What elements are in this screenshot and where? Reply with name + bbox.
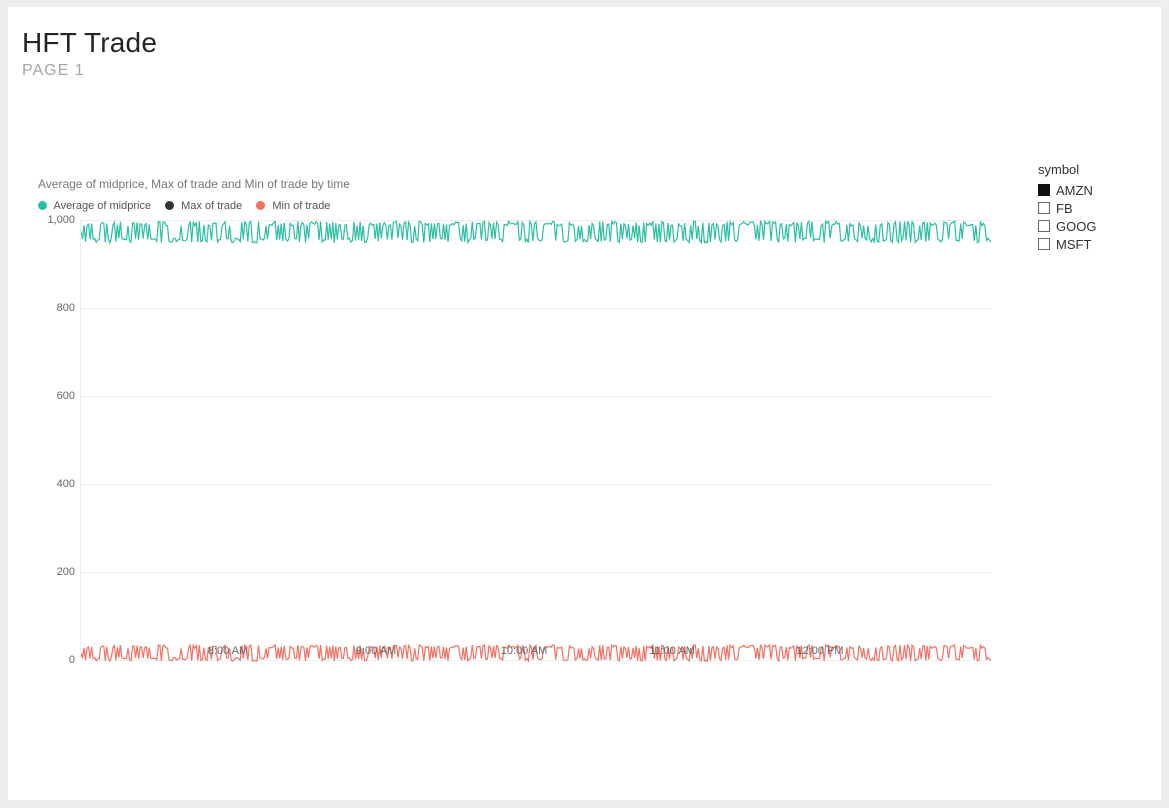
slicer-item-msft[interactable]: MSFT (1038, 235, 1148, 253)
legend-item[interactable]: Max of trade (165, 200, 242, 212)
legend-item[interactable]: Min of trade (256, 200, 330, 212)
report-title: HFT Trade (22, 27, 157, 59)
legend-label: Average of midprice (53, 200, 151, 212)
x-tick-label: 11:00 AM (649, 645, 695, 657)
slicer-item-goog[interactable]: GOOG (1038, 217, 1148, 235)
checkbox-icon[interactable] (1038, 184, 1050, 196)
chart-plot-area[interactable]: 1,000 800 600 400 200 0 (80, 220, 990, 660)
x-tick-label: 8:00 AM (208, 645, 248, 657)
legend-label: Max of trade (181, 200, 242, 212)
slicer-item-label: MSFT (1056, 237, 1091, 252)
symbol-slicer[interactable]: symbol AMZN FB GOOG MSFT (1038, 162, 1148, 253)
slicer-item-fb[interactable]: FB (1038, 199, 1148, 217)
slicer-item-amzn[interactable]: AMZN (1038, 181, 1148, 199)
y-tick-label: 800 (39, 302, 75, 314)
checkbox-icon[interactable] (1038, 220, 1050, 232)
y-tick-label: 400 (39, 478, 75, 490)
slicer-item-label: FB (1056, 201, 1073, 216)
y-tick-label: 0 (39, 654, 75, 666)
y-tick-label: 200 (39, 566, 75, 578)
y-tick-label: 1,000 (39, 214, 75, 226)
page-name: PAGE 1 (22, 62, 85, 80)
legend-swatch-icon (38, 201, 47, 210)
slicer-item-label: GOOG (1056, 219, 1096, 234)
y-tick-label: 600 (39, 390, 75, 402)
line-chart-visual[interactable]: Average of midprice, Max of trade and Mi… (38, 177, 998, 737)
chart-title: Average of midprice, Max of trade and Mi… (38, 177, 350, 191)
checkbox-icon[interactable] (1038, 238, 1050, 250)
checkbox-icon[interactable] (1038, 202, 1050, 214)
legend-label: Min of trade (272, 200, 330, 212)
x-tick-label: 10:00 AM (501, 645, 547, 657)
x-tick-label: 12:00 PM (796, 645, 843, 657)
chart-legend: Average of midprice Max of trade Min of … (38, 200, 330, 212)
legend-swatch-icon (165, 201, 174, 210)
slicer-item-label: AMZN (1056, 183, 1093, 198)
report-canvas: HFT Trade PAGE 1 Average of midprice, Ma… (8, 7, 1161, 800)
slicer-title: symbol (1038, 162, 1148, 177)
legend-swatch-icon (256, 201, 265, 210)
legend-item[interactable]: Average of midprice (38, 200, 151, 212)
x-tick-label: 9:00 AM (356, 645, 396, 657)
